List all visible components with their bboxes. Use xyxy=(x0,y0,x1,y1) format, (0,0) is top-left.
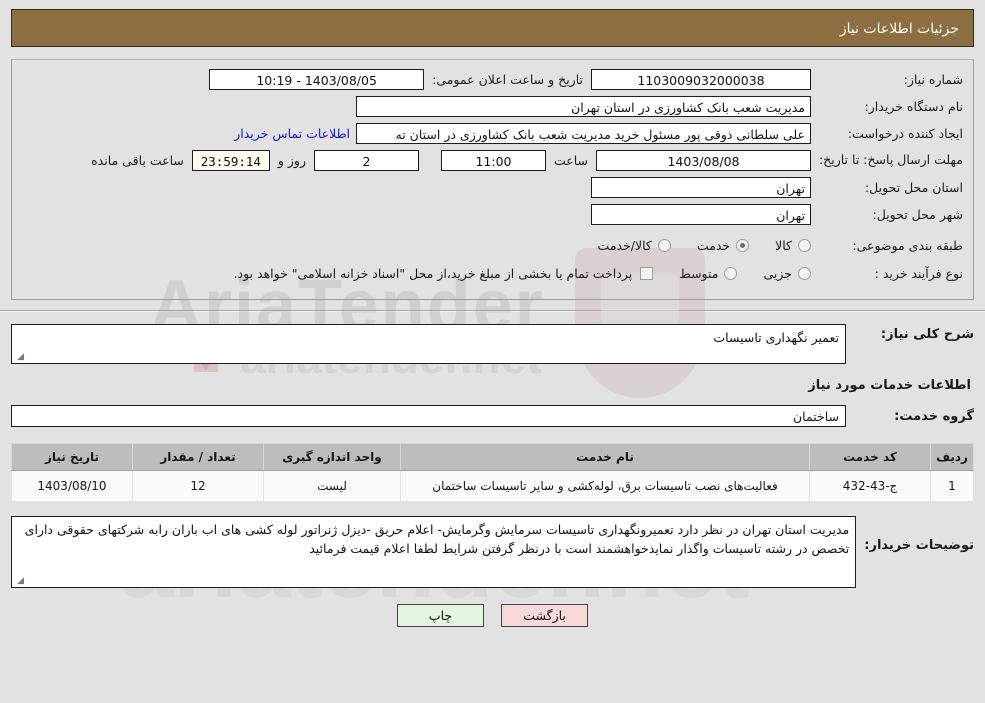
treasury-note-label: پرداخت تمام یا بخشی از مبلغ خرید،از محل … xyxy=(233,265,633,281)
creator-field[interactable]: علی سلطانی ذوقی پور مسئول خرید مدیریت شع… xyxy=(356,122,811,144)
countdown-timer-field: 23:59:14 xyxy=(191,149,270,171)
row-process-type: نوع فرآیند خرید : جزیی متوسط پرداخت تمام… xyxy=(22,262,963,284)
general-description-label: شرح کلی نیاز: xyxy=(880,327,974,342)
category-option-service[interactable]: خدمت xyxy=(696,237,750,253)
row-buyer-notes: توضیحات خریدار: مدیریت استان تهران در نظ… xyxy=(11,516,974,588)
notes-resize-grip-icon[interactable]: ◢ xyxy=(14,576,24,586)
col-header-unit: واحد اندازه گیری xyxy=(263,443,401,471)
need-info-panel: شماره نیاز: 1103009032000038 تاریخ و ساع… xyxy=(11,59,974,300)
buyer-notes-section: توضیحات خریدار: مدیریت استان تهران در نظ… xyxy=(11,516,974,588)
announce-datetime-field[interactable]: 1403/08/05 - 10:19 xyxy=(209,68,425,90)
process-option-medium-label: متوسط xyxy=(679,265,719,281)
table-header-row: ردیف کد خدمت نام خدمت واحد اندازه گیری ت… xyxy=(11,443,974,471)
row-buyer-org: نام دستگاه خریدار: مدیریت شعب بانک کشاور… xyxy=(22,95,963,117)
announce-label: تاریخ و ساعت اعلان عمومی: xyxy=(432,71,583,87)
col-header-name: نام خدمت xyxy=(400,443,810,471)
cell-name: فعالیت‌های نصب تاسیسات برق، لوله‌کشی و س… xyxy=(400,470,810,502)
category-option-goods-service[interactable]: کالا/خدمت xyxy=(597,237,671,253)
row-need-number: شماره نیاز: 1103009032000038 تاریخ و ساع… xyxy=(22,68,963,90)
col-header-qty: تعداد / مقدار xyxy=(132,443,264,471)
buyer-org-label: نام دستگاه خریدار: xyxy=(864,98,963,114)
row-service-group: گروه خدمت: ساختمان xyxy=(11,405,974,427)
buyer-contact-link[interactable]: اطلاعات تماس خریدار xyxy=(228,126,356,141)
table-row: 1 ج-43-432 فعالیت‌های نصب تاسیسات برق، ل… xyxy=(11,470,974,502)
cell-code: ج-43-432 xyxy=(809,470,931,502)
action-button-bar: بازگشت چاپ xyxy=(0,604,985,627)
process-label: نوع فرآیند خرید : xyxy=(874,265,963,281)
treasury-checkbox-icon[interactable] xyxy=(640,266,654,280)
services-table-wrapper: ردیف کد خدمت نام خدمت واحد اندازه گیری ت… xyxy=(11,443,974,502)
category-option-service-label: خدمت xyxy=(696,237,731,253)
cell-date: 1403/08/10 xyxy=(11,470,133,502)
page-root: جزئیات اطلاعات نیاز شماره نیاز: 11030090… xyxy=(0,0,985,300)
print-button[interactable]: چاپ xyxy=(396,604,484,627)
category-option-goods-service-label: کالا/خدمت xyxy=(597,237,652,253)
deadline-hour-field[interactable]: 11:00 xyxy=(440,149,546,171)
col-header-radif: ردیف xyxy=(930,443,974,471)
process-option-minor-label: جزیی xyxy=(763,265,792,281)
resize-grip-icon[interactable]: ◢ xyxy=(14,352,24,362)
services-table: ردیف کد خدمت نام خدمت واحد اندازه گیری ت… xyxy=(11,443,974,502)
buyer-notes-value: مدیریت استان تهران در نظر دارد تعمیرونگه… xyxy=(24,522,850,557)
description-section: شرح کلی نیاز: تعمیر نگهداری تاسیسات ◢ اط… xyxy=(0,312,985,427)
cell-radif: 1 xyxy=(930,470,974,502)
city-label: شهر محل تحویل: xyxy=(872,206,963,222)
radio-minor-icon[interactable] xyxy=(798,266,811,280)
general-description-value: تعمیر نگهداری تاسیسات xyxy=(713,330,839,345)
row-deadline: مهلت ارسال پاسخ: تا تاریخ: 1403/08/08 سا… xyxy=(22,149,963,171)
cell-qty: 12 xyxy=(132,470,264,502)
province-field[interactable]: تهران xyxy=(591,176,811,198)
treasury-note-option[interactable]: پرداخت تمام یا بخشی از مبلغ خرید،از محل … xyxy=(234,266,654,281)
radio-goods-icon[interactable] xyxy=(798,238,811,252)
row-city: شهر محل تحویل: تهران xyxy=(22,203,963,225)
col-header-code: کد خدمت xyxy=(809,443,931,471)
row-province: استان محل تحویل: تهران xyxy=(22,176,963,198)
remaining-days-field[interactable]: 2 xyxy=(313,149,419,171)
days-label: روز و xyxy=(277,152,306,168)
cell-unit: لیست xyxy=(263,470,401,502)
service-group-field[interactable]: ساختمان xyxy=(11,405,846,427)
need-number-label: شماره نیاز: xyxy=(903,71,963,87)
general-description-textarea[interactable]: تعمیر نگهداری تاسیسات ◢ xyxy=(11,324,846,364)
process-option-minor[interactable]: جزیی xyxy=(763,266,811,281)
process-option-medium[interactable]: متوسط xyxy=(679,265,738,281)
service-group-label: گروه خدمت: xyxy=(894,408,974,424)
row-category: طبقه بندی موضوعی: کالا خدمت کالا/خدمت xyxy=(22,234,963,256)
radio-service-icon[interactable] xyxy=(736,238,750,252)
city-field[interactable]: تهران xyxy=(591,203,811,225)
row-creator: ایجاد کننده درخواست: علی سلطانی ذوقی پور… xyxy=(22,122,963,144)
deadline-date-field[interactable]: 1403/08/08 xyxy=(596,149,811,171)
page-title: جزئیات اطلاعات نیاز xyxy=(11,9,974,47)
hour-label: ساعت xyxy=(553,152,588,168)
back-button[interactable]: بازگشت xyxy=(501,604,589,627)
col-header-date: تاریخ نیاز xyxy=(11,443,133,471)
category-option-goods[interactable]: کالا xyxy=(775,238,811,253)
deadline-label: مهلت ارسال پاسخ: تا تاریخ: xyxy=(818,151,963,167)
services-section-heading: اطلاعات خدمات مورد نیاز xyxy=(808,378,971,393)
radio-goods-service-icon[interactable] xyxy=(657,238,671,252)
buyer-notes-label: توضیحات خریدار: xyxy=(864,538,974,553)
province-label: استان محل تحویل: xyxy=(864,179,963,195)
buyer-notes-textarea[interactable]: مدیریت استان تهران در نظر دارد تعمیرونگه… xyxy=(11,516,857,588)
need-number-field[interactable]: 1103009032000038 xyxy=(591,68,811,90)
radio-medium-icon[interactable] xyxy=(724,266,738,280)
category-option-goods-label: کالا xyxy=(775,237,792,253)
remaining-label: ساعت باقی مانده xyxy=(91,152,184,168)
category-label: طبقه بندی موضوعی: xyxy=(852,237,963,253)
row-general-description: شرح کلی نیاز: تعمیر نگهداری تاسیسات ◢ xyxy=(11,324,974,364)
buyer-org-field[interactable]: مدیریت شعب بانک کشاورزی در استان تهران xyxy=(356,95,811,117)
creator-label: ایجاد کننده درخواست: xyxy=(847,125,963,141)
